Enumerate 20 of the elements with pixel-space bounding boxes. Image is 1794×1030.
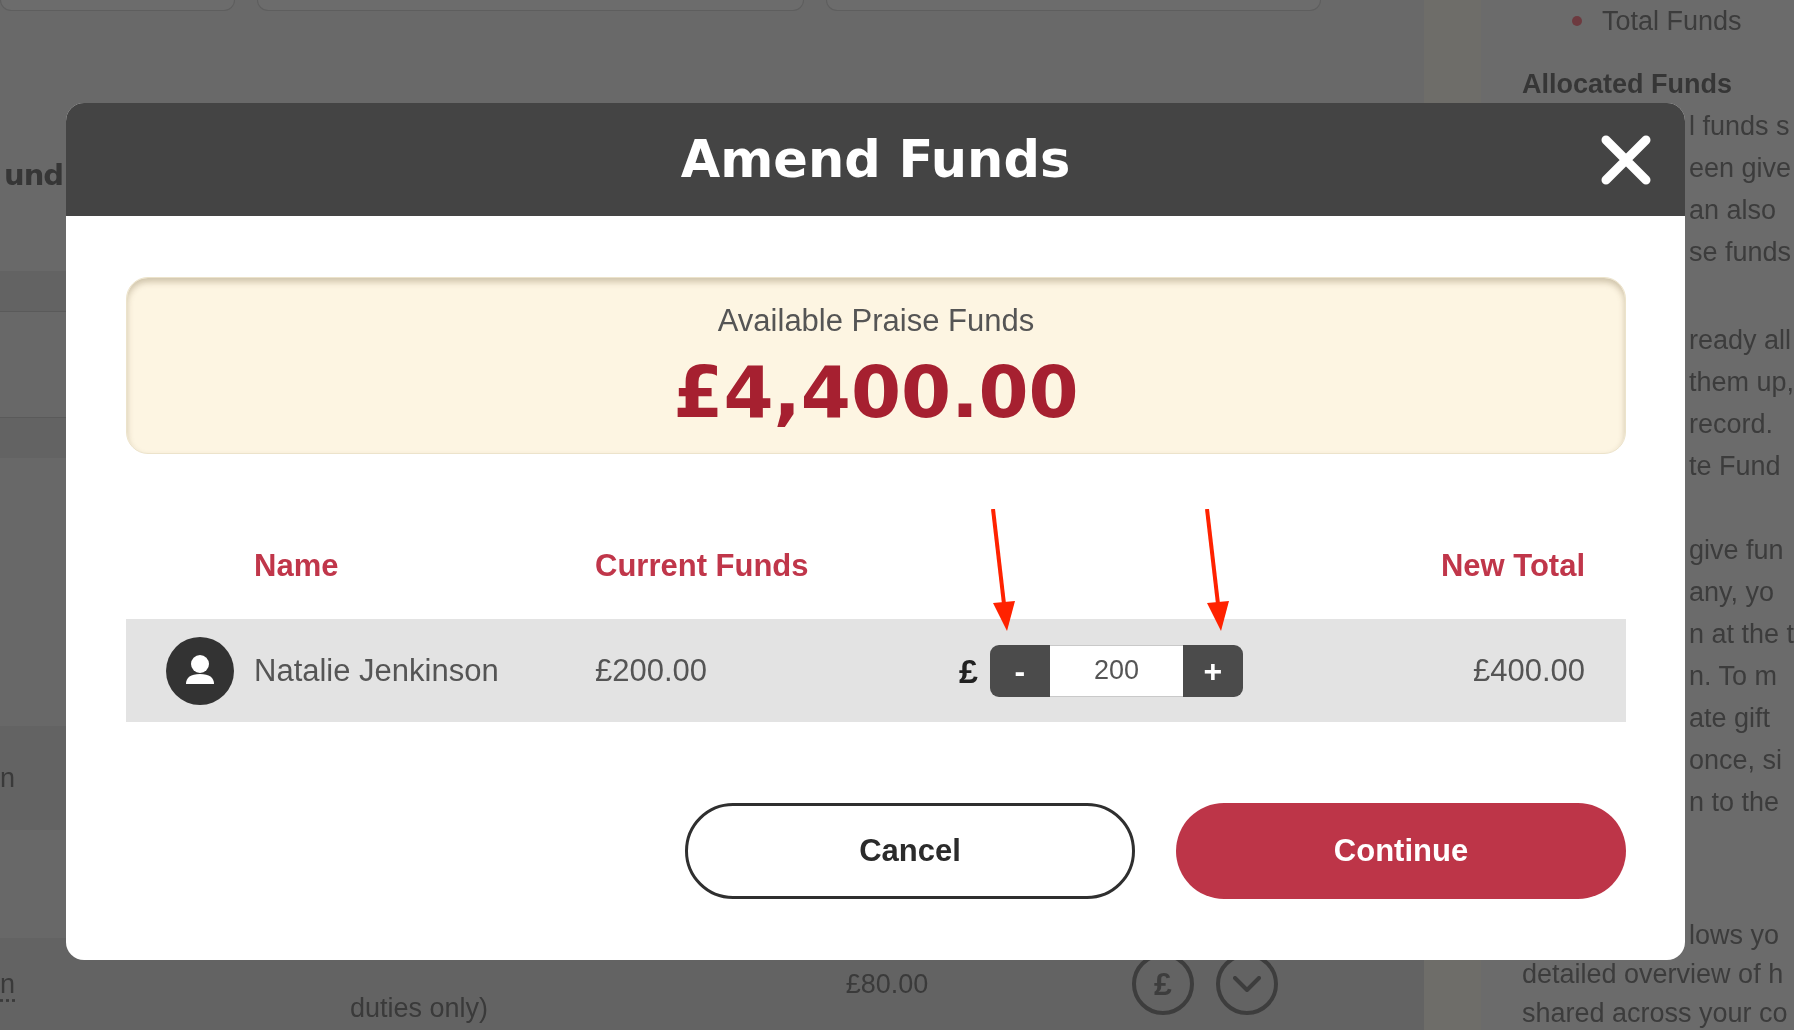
- available-funds-amount: £4,400.00: [673, 351, 1079, 433]
- continue-button[interactable]: Continue: [1176, 803, 1626, 899]
- member-name: Natalie Jenkinson: [254, 652, 499, 689]
- column-header: New Total: [1440, 549, 1585, 583]
- chevron-down-icon: [1233, 976, 1261, 992]
- cancel-button[interactable]: Cancel: [685, 803, 1135, 899]
- increment-button[interactable]: +: [1182, 644, 1243, 697]
- modal-title: Amend Funds: [680, 129, 1071, 190]
- close-icon: [1600, 133, 1652, 186]
- bullet-icon: [1572, 16, 1582, 26]
- decrement-button[interactable]: -: [989, 644, 1050, 697]
- current-funds: £200.00: [595, 652, 708, 689]
- available-funds-label: Available Praise Funds: [717, 303, 1035, 339]
- avatar-icon: [166, 636, 234, 705]
- column-header: Current Funds: [595, 549, 809, 583]
- new-total: £400.00: [1472, 652, 1585, 689]
- amount-input[interactable]: 200: [1049, 644, 1183, 697]
- close-button[interactable]: [1600, 133, 1652, 186]
- currency-symbol: £: [959, 652, 978, 689]
- column-header: Name: [254, 549, 339, 583]
